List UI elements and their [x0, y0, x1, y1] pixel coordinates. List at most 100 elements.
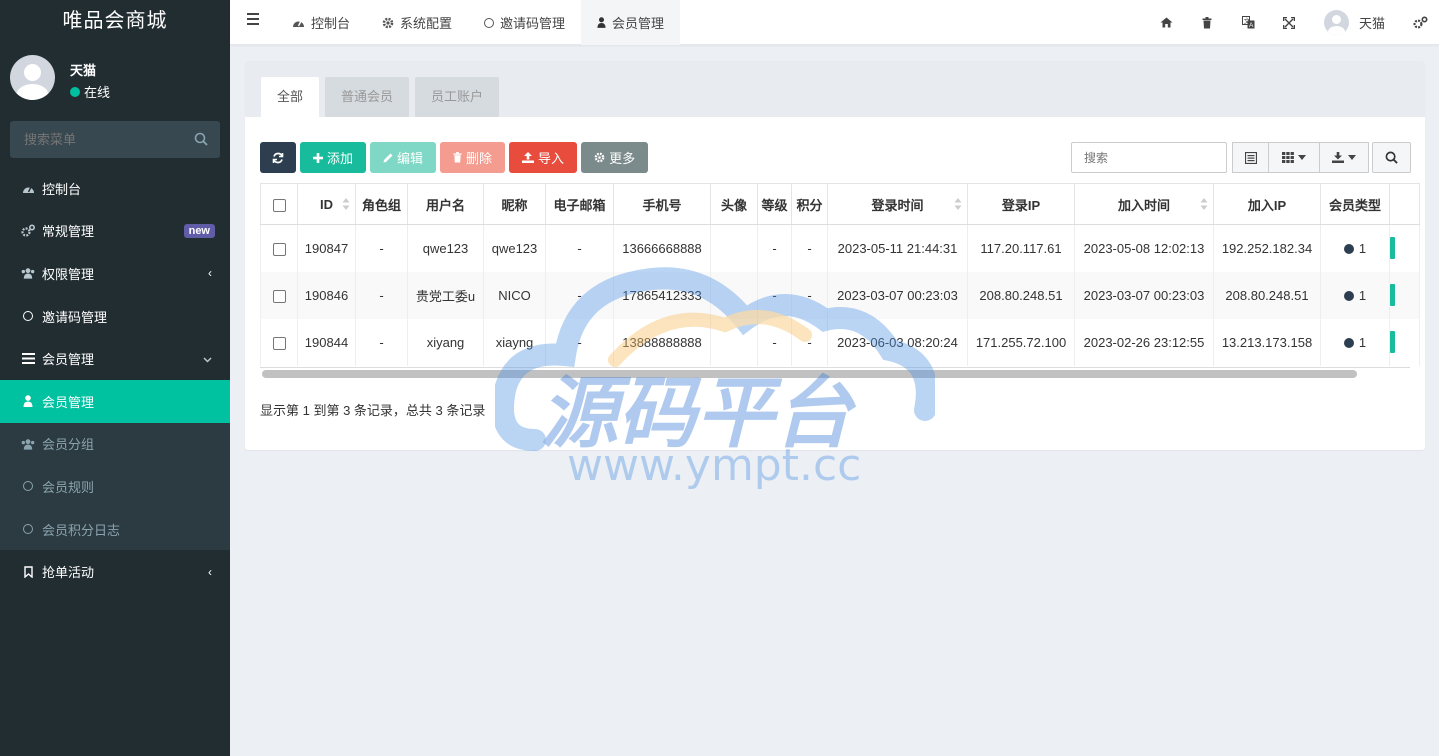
- more-button[interactable]: 更多: [581, 142, 649, 173]
- grid-icon: [1282, 152, 1294, 163]
- cell-joinip-link[interactable]: 13.213.173.158: [1213, 318, 1321, 366]
- tab-all[interactable]: 全部: [261, 77, 320, 117]
- tab-dashboard[interactable]: 控制台: [276, 0, 366, 45]
- edit-label: 编辑: [397, 151, 424, 166]
- row-checkbox-cell[interactable]: [260, 271, 298, 319]
- cell-id: 190844: [297, 318, 356, 366]
- cell-level: -: [757, 224, 792, 272]
- circle-icon: [21, 522, 35, 536]
- circle-icon: [21, 309, 35, 323]
- status-toggle[interactable]: [1390, 237, 1395, 260]
- sidebar-item-general[interactable]: 常规管理 new: [0, 210, 230, 253]
- col-role: 角色组: [355, 183, 408, 225]
- col-id[interactable]: ID: [297, 183, 356, 225]
- sidebar-item-member-rule[interactable]: 会员规则: [0, 465, 230, 508]
- sidebar-item-score-log[interactable]: 会员积分日志: [0, 507, 230, 551]
- cell-jointime: 2023-05-08 12:02:13: [1074, 224, 1214, 272]
- tab-invite-code[interactable]: 邀请码管理: [468, 0, 581, 45]
- sidebar-search: [10, 121, 220, 158]
- online-dot-icon: [70, 86, 80, 97]
- sort-icon: [954, 198, 962, 210]
- cell-logintime: 2023-05-11 21:44:31: [827, 224, 968, 272]
- hamburger-icon[interactable]: [247, 13, 259, 28]
- export-dropdown-button[interactable]: [1320, 142, 1369, 173]
- top-user-menu[interactable]: 天猫: [1310, 10, 1401, 35]
- sidebar-item-invite[interactable]: 邀请码管理: [0, 295, 230, 338]
- cell-joinip-link[interactable]: 208.80.248.51: [1213, 271, 1321, 319]
- columns-dropdown-button[interactable]: [1269, 142, 1320, 173]
- status-toggle[interactable]: [1390, 284, 1395, 306]
- col-jointime[interactable]: 加入时间: [1074, 183, 1214, 225]
- table-search-button[interactable]: [1372, 142, 1411, 173]
- edit-button[interactable]: 编辑: [370, 142, 437, 173]
- sidebar-item-permission[interactable]: 权限管理 ‹: [0, 252, 230, 295]
- member-table: ID 角色组 用户名 昵称 电子邮箱 手机号 头像 等级 积分 登录时间 登录I…: [260, 183, 1420, 366]
- trash-icon[interactable]: [1187, 0, 1228, 45]
- tab-system-config[interactable]: 系统配置: [366, 0, 468, 45]
- group-icon: [21, 266, 35, 280]
- col-logintime[interactable]: 登录时间: [827, 183, 968, 225]
- home-icon[interactable]: [1146, 0, 1187, 45]
- sidebar-item-label: 邀请码管理: [42, 309, 108, 325]
- fullscreen-icon[interactable]: [1269, 0, 1310, 45]
- horizontal-scrollbar[interactable]: [260, 367, 1410, 380]
- tab-member-manage[interactable]: 会员管理: [581, 0, 681, 45]
- top-right-tools: 文A 天猫: [1146, 0, 1439, 45]
- cell-loginip-link[interactable]: 117.20.117.61: [967, 224, 1075, 272]
- scrollbar-thumb[interactable]: [262, 370, 1357, 378]
- table-search-input[interactable]: [1071, 142, 1227, 173]
- tab-normal-member[interactable]: 普通会员: [325, 77, 410, 117]
- sidebar-item-label: 会员管理: [42, 352, 95, 368]
- toggle-view-button[interactable]: [1232, 142, 1269, 173]
- list-icon: [21, 352, 35, 366]
- col-joinip: 加入IP: [1213, 183, 1321, 225]
- sidebar-item-member-group[interactable]: 会员管理: [0, 337, 230, 380]
- cell-jointime: 2023-03-07 00:23:03: [1074, 271, 1214, 319]
- cell-loginip-link[interactable]: 171.255.72.100: [967, 318, 1075, 366]
- select-all-checkbox[interactable]: [272, 198, 286, 212]
- status-toggle[interactable]: [1390, 331, 1395, 353]
- table-row: 190844 - xiyang xiayng - 13888888888 - -…: [260, 318, 1420, 366]
- col-level: 等级: [757, 183, 792, 225]
- row-checkbox[interactable]: [272, 242, 286, 256]
- select-all-checkbox-cell[interactable]: [260, 183, 298, 225]
- dashboard-icon: [293, 20, 304, 27]
- sidebar-item-member-group-sub[interactable]: 会员分组: [0, 422, 230, 466]
- tab-label: 控制台: [311, 16, 351, 31]
- tab-staff-account[interactable]: 员工账户: [415, 77, 500, 117]
- cell-status: [1389, 271, 1420, 319]
- delete-button[interactable]: 删除: [440, 142, 506, 173]
- top-navbar: 控制台 系统配置 邀请码管理 会员管理 文A 天猫: [230, 0, 1439, 45]
- list-alt-icon: [1244, 151, 1257, 164]
- col-label: 登录时间: [871, 197, 924, 213]
- cell-joinip-link[interactable]: 192.252.182.34: [1213, 224, 1321, 272]
- search-icon[interactable]: [194, 132, 208, 146]
- trash-icon: [453, 152, 462, 163]
- table-header-row: ID 角色组 用户名 昵称 电子邮箱 手机号 头像 等级 积分 登录时间 登录I…: [260, 183, 1420, 225]
- row-checkbox-cell[interactable]: [260, 318, 298, 366]
- brand-logo[interactable]: 唯品会商城: [0, 0, 230, 45]
- sidebar-item-dashboard[interactable]: 控制台: [0, 167, 230, 210]
- sidebar-item-member[interactable]: 会员管理: [0, 379, 230, 423]
- col-score: 积分: [791, 183, 828, 225]
- sidebar-search-input[interactable]: [10, 121, 180, 158]
- user-status: 在线: [70, 82, 110, 101]
- import-button[interactable]: 导入: [509, 142, 578, 173]
- cell-score: -: [791, 271, 828, 319]
- translate-icon[interactable]: 文A: [1228, 0, 1269, 45]
- cell-mobile: 13888888888: [613, 318, 711, 366]
- dot-icon: [1343, 290, 1354, 301]
- row-checkbox[interactable]: [272, 336, 286, 350]
- sidebar-item-grab-order[interactable]: 抢单活动 ‹: [0, 550, 230, 593]
- row-checkbox[interactable]: [272, 289, 286, 303]
- cell-type: 1: [1320, 318, 1390, 366]
- add-button[interactable]: 添加: [300, 142, 367, 173]
- download-icon: [1332, 152, 1344, 163]
- row-checkbox-cell[interactable]: [260, 224, 298, 272]
- circle-icon: [484, 17, 495, 28]
- cogs-icon[interactable]: [1401, 0, 1439, 45]
- cell-loginip-link[interactable]: 208.80.248.51: [967, 271, 1075, 319]
- refresh-button[interactable]: [260, 142, 296, 173]
- pagination-info: 显示第 1 到第 3 条记录，总共 3 条记录: [260, 403, 486, 418]
- search-icon: [1385, 151, 1398, 164]
